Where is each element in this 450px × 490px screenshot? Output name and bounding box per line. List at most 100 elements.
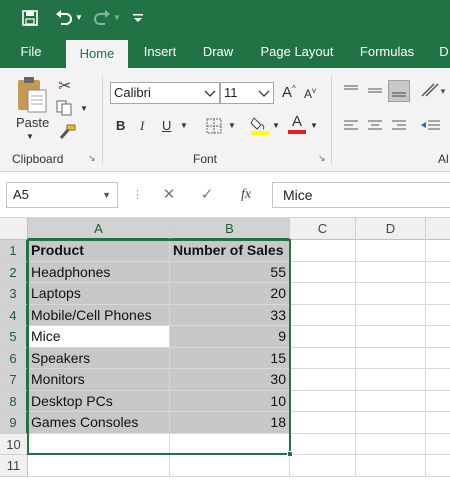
copy-dropdown-icon[interactable]: ▼ [80,104,88,113]
table-cell[interactable] [28,433,170,455]
table-cell[interactable]: Desktop PCs [28,390,170,412]
select-all-button[interactable] [0,218,28,240]
font-color-icon[interactable]: A [288,114,306,134]
column-header-a[interactable]: A [28,218,170,240]
format-painter-icon[interactable] [58,124,76,143]
row-header[interactable]: 9 [0,412,28,434]
table-cell[interactable]: Games Consoles [28,412,170,434]
paste-dropdown-icon[interactable]: ▼ [26,132,34,141]
borders-icon[interactable] [206,118,222,137]
table-cell[interactable] [356,412,426,434]
row-header[interactable]: 5 [0,326,28,348]
font-color-dropdown-icon[interactable]: ▼ [310,121,318,130]
table-cell[interactable] [356,304,426,326]
tab-file[interactable]: File [10,36,52,68]
redo-dropdown-icon[interactable]: ▼ [112,6,122,30]
font-name-select[interactable]: Calibri [110,82,220,104]
tab-draw[interactable]: Draw [196,36,240,68]
table-cell[interactable]: Mobile/Cell Phones [28,304,170,326]
cancel-icon[interactable]: ✕ [160,182,178,208]
enter-icon[interactable]: ✓ [198,182,216,208]
align-center-icon[interactable] [366,118,384,137]
table-cell[interactable] [290,261,356,283]
table-cell[interactable] [426,305,450,326]
row-header[interactable]: 3 [0,283,28,305]
table-cell[interactable]: 9 [170,326,290,348]
table-cell[interactable] [28,455,170,477]
row-header[interactable]: 10 [0,433,28,455]
fill-color-dropdown-icon[interactable]: ▼ [272,121,280,130]
table-cell[interactable] [290,433,356,455]
table-cell[interactable] [426,391,450,412]
table-cell[interactable] [426,240,450,262]
tab-home[interactable]: Home [66,40,128,68]
table-cell[interactable] [356,390,426,412]
borders-dropdown-icon[interactable]: ▼ [228,121,236,130]
save-icon[interactable] [18,6,42,30]
table-cell[interactable] [290,455,356,477]
table-cell[interactable] [426,455,450,477]
table-cell[interactable] [356,455,426,477]
row-header[interactable]: 6 [0,347,28,369]
table-cell[interactable] [356,240,426,262]
decrease-indent-icon[interactable] [420,118,442,137]
table-cell[interactable] [426,369,450,391]
tab-page-layout[interactable]: Page Layout [254,36,340,68]
table-cell[interactable] [356,433,426,455]
table-cell[interactable] [290,304,356,326]
table-cell[interactable] [356,261,426,283]
table-cell[interactable]: 20 [170,283,290,305]
customize-icon[interactable] [130,6,146,30]
table-cell[interactable]: Headphones [28,261,170,283]
orientation-icon[interactable]: ▼ [420,80,447,103]
underline-dropdown-icon[interactable]: ▼ [180,121,188,130]
table-cell[interactable]: Mice [28,326,170,348]
table-cell[interactable] [290,283,356,305]
column-header-b[interactable]: B [170,218,290,240]
tab-data[interactable]: D [438,36,450,68]
copy-icon[interactable] [56,100,74,119]
name-box[interactable]: A5 ▼ [6,182,118,208]
column-header-d[interactable]: D [356,218,426,240]
grow-font-button[interactable]: A^ [282,84,296,101]
table-cell[interactable]: 33 [170,304,290,326]
clipboard-launcher-icon[interactable]: ↘ [88,153,96,164]
column-header-e[interactable] [426,218,450,240]
table-cell[interactable]: 18 [170,412,290,434]
underline-button[interactable]: U [162,118,171,133]
undo-icon[interactable] [54,6,74,30]
table-cell[interactable] [426,412,450,434]
table-cell[interactable] [290,369,356,391]
row-header[interactable]: 8 [0,390,28,412]
formula-input[interactable]: Mice [272,182,450,208]
table-cell[interactable]: Speakers [28,347,170,369]
row-header[interactable]: 4 [0,304,28,326]
align-top-icon[interactable] [342,82,360,101]
tab-formulas[interactable]: Formulas [354,36,420,68]
table-cell[interactable] [426,326,450,348]
column-header-c[interactable]: C [290,218,356,240]
row-header[interactable]: 7 [0,369,28,391]
tab-insert[interactable]: Insert [136,36,184,68]
table-cell[interactable] [290,326,356,348]
insert-function-icon[interactable]: fx [236,182,256,208]
bold-button[interactable]: B [116,118,125,133]
italic-button[interactable]: I [140,118,144,134]
table-cell[interactable] [356,347,426,369]
font-size-select[interactable]: 11 [220,82,274,104]
table-cell[interactable]: Product [28,240,170,262]
table-cell[interactable] [290,347,356,369]
align-middle-icon[interactable] [366,82,384,101]
align-bottom-icon[interactable] [388,80,410,102]
table-cell[interactable] [426,283,450,305]
shrink-font-button[interactable]: Av [304,86,316,101]
table-cell[interactable]: Monitors [28,369,170,391]
table-cell[interactable]: 55 [170,261,290,283]
fill-handle[interactable] [287,451,293,457]
table-cell[interactable]: 15 [170,347,290,369]
table-cell[interactable]: Number of Sales [170,240,290,262]
table-cell[interactable] [426,348,450,369]
cut-icon[interactable]: ✂ [58,76,71,96]
font-launcher-icon[interactable]: ↘ [318,153,326,164]
table-cell[interactable] [356,326,426,348]
